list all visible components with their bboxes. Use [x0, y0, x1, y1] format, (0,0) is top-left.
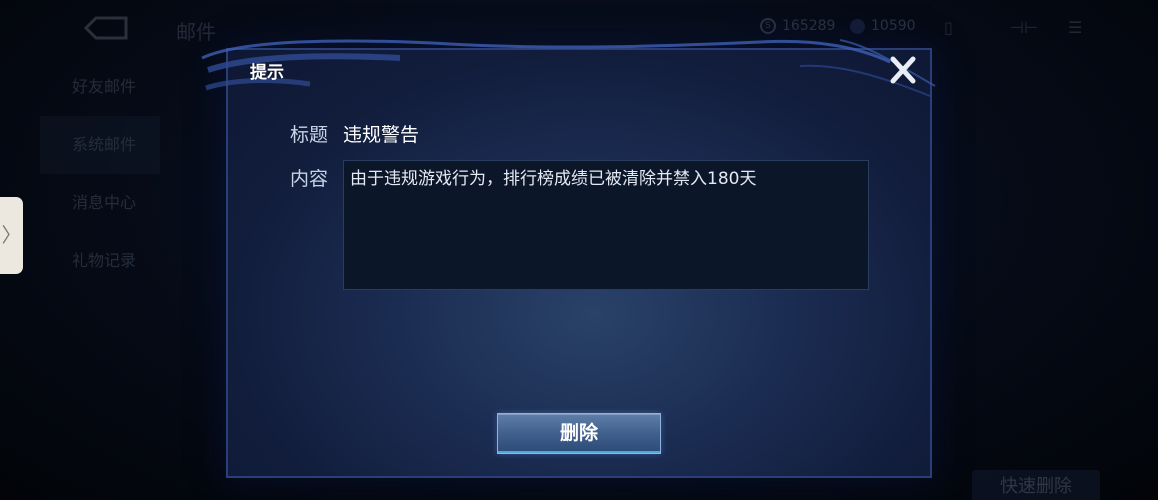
- gold-currency: S 165289: [760, 18, 835, 34]
- sidebar-item-friend-mail[interactable]: 好友邮件: [40, 58, 160, 116]
- chevron-right-icon: 〉: [1, 223, 22, 247]
- gem-icon: [850, 18, 865, 34]
- sidebar-item-message-center[interactable]: 消息中心: [40, 174, 160, 232]
- content-label: 内容: [290, 168, 329, 190]
- back-button[interactable]: [82, 14, 130, 42]
- game-screen: 邮件 S 165289 10590 ▯ ⊣⊢ ☰ 好友邮件 系统邮件 消息中心 …: [0, 0, 1158, 500]
- coin-icon: S: [760, 18, 776, 34]
- gem-amount: 10590: [871, 18, 916, 34]
- content-text: 由于违规游戏行为，排行榜成绩已被清除并禁入180天: [350, 169, 757, 189]
- content-text-area: 由于违规游戏行为，排行榜成绩已被清除并禁入180天: [343, 160, 869, 290]
- sidebar-item-gift-records[interactable]: 礼物记录: [40, 232, 160, 290]
- signal-icon: ⊣⊢: [1010, 18, 1038, 37]
- mail-sidebar: 好友邮件 系统邮件 消息中心 礼物记录: [40, 58, 160, 298]
- delete-button[interactable]: 删除: [497, 413, 661, 454]
- side-panel-handle[interactable]: 〉: [0, 197, 23, 274]
- page-title: 邮件: [176, 20, 216, 44]
- close-icon: [890, 56, 916, 84]
- subject-value: 违规警告: [343, 124, 420, 146]
- sidebar-item-system-mail[interactable]: 系统邮件: [40, 116, 160, 174]
- quick-delete-button[interactable]: 快速删除: [972, 470, 1100, 500]
- subject-label: 标题: [290, 124, 329, 146]
- gold-amount: 165289: [782, 18, 836, 34]
- delete-button-label: 删除: [559, 422, 598, 444]
- ticket-icon[interactable]: ▯: [944, 18, 953, 37]
- close-button[interactable]: [886, 54, 920, 86]
- menu-icon[interactable]: ☰: [1068, 18, 1082, 37]
- gem-currency: 10590: [850, 18, 916, 34]
- button-glow: [498, 451, 660, 454]
- dialog-title: 提示: [250, 63, 284, 83]
- back-arrow-icon: [83, 16, 128, 40]
